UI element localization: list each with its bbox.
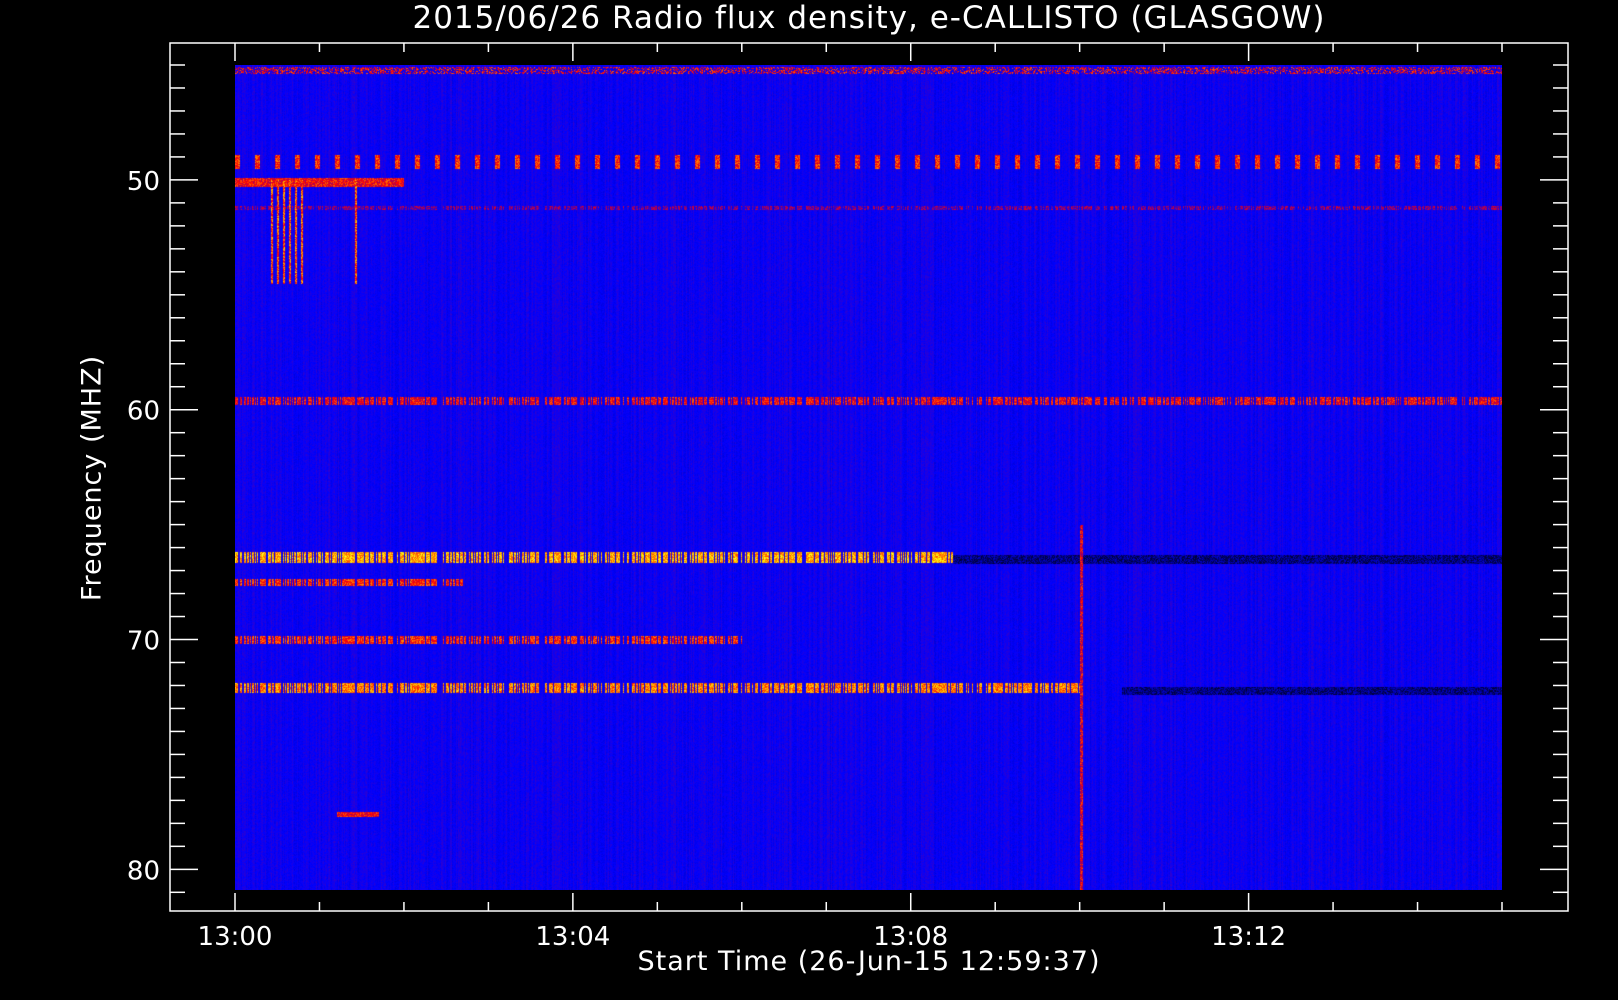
y-tick-label: 60 bbox=[127, 397, 160, 427]
x-axis-label: Start Time (26-Jun-15 12:59:37) bbox=[637, 946, 1101, 977]
y-tick-label: 50 bbox=[127, 167, 160, 197]
plot-frame bbox=[169, 42, 1569, 912]
y-tick-label: 70 bbox=[127, 627, 160, 657]
y-axis-label: Frequency (MHZ) bbox=[76, 354, 108, 602]
axes-frame: 13:00 13:04 13:08 13:1250607080 bbox=[127, 42, 1569, 952]
y-tick-label: 80 bbox=[127, 856, 160, 886]
